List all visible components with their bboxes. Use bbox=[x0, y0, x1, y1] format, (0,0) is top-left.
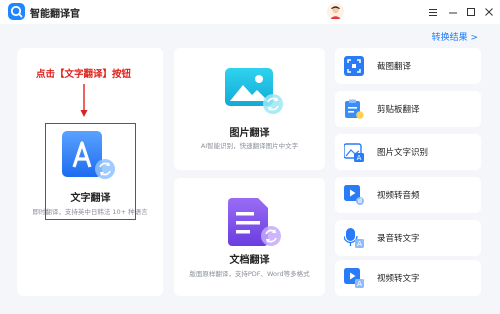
annotation-text: 点击【文字翻译】按钮 bbox=[36, 69, 132, 80]
avatar[interactable] bbox=[327, 3, 344, 20]
app-title: 智能翻译官 bbox=[30, 9, 80, 20]
side-item-screenshot-translate[interactable]: 截图翻译 bbox=[335, 48, 481, 84]
app-logo-icon bbox=[8, 3, 25, 20]
close-button[interactable] bbox=[480, 3, 498, 21]
close-icon bbox=[485, 8, 493, 16]
side-item-clipboard-translate[interactable]: 剪贴板翻译 bbox=[335, 91, 481, 127]
menu-button[interactable] bbox=[424, 3, 442, 21]
title-bar: 智能翻译官 bbox=[0, 0, 500, 24]
annotation-arrow bbox=[80, 84, 88, 117]
image-translate-title: 图片翻译 bbox=[229, 128, 270, 139]
svg-text:A: A bbox=[357, 154, 362, 162]
video-to-text-icon: A bbox=[344, 268, 364, 288]
convert-result-link[interactable]: 转换结果 > bbox=[432, 30, 478, 43]
highlight-box bbox=[45, 123, 136, 220]
document-translate-desc: 版面原样翻译，支持PDF、Word等多格式 bbox=[189, 270, 310, 278]
video-to-audio-icon bbox=[344, 185, 364, 205]
side-item-ocr[interactable]: A 图片文字识别 bbox=[335, 134, 481, 170]
side-item-label: 剪贴板翻译 bbox=[377, 105, 420, 115]
side-item-recording-to-text[interactable]: A 录音转文字 bbox=[335, 220, 481, 256]
svg-text:A: A bbox=[357, 280, 362, 288]
minimize-button[interactable] bbox=[444, 3, 462, 21]
ocr-icon: A bbox=[344, 143, 364, 162]
username[interactable] bbox=[350, 6, 396, 17]
side-item-label: 截图翻译 bbox=[377, 62, 412, 72]
side-item-video-to-text[interactable]: A 视频转文字 bbox=[335, 260, 481, 296]
document-translate-title: 文档翻译 bbox=[229, 255, 270, 266]
recording-to-text-icon: A bbox=[344, 228, 364, 248]
document-translate-icon bbox=[228, 198, 281, 246]
side-item-label: 视频转音频 bbox=[377, 191, 420, 201]
side-item-label: 视频转文字 bbox=[377, 274, 420, 284]
side-item-video-to-audio[interactable]: 视频转音频 bbox=[335, 177, 481, 213]
menu-icon bbox=[429, 8, 437, 16]
screenshot-icon bbox=[344, 56, 364, 76]
maximize-icon bbox=[467, 8, 475, 16]
maximize-button[interactable] bbox=[462, 3, 480, 21]
minimize-icon bbox=[449, 12, 457, 13]
svg-text:A: A bbox=[357, 240, 362, 248]
clipboard-icon bbox=[345, 99, 364, 119]
side-item-label: 录音转文字 bbox=[377, 234, 420, 244]
image-translate-desc: AI智能识别，快速翻译图片中文字 bbox=[200, 142, 299, 150]
side-item-label: 图片文字识别 bbox=[377, 148, 429, 158]
image-translate-icon bbox=[225, 68, 283, 114]
